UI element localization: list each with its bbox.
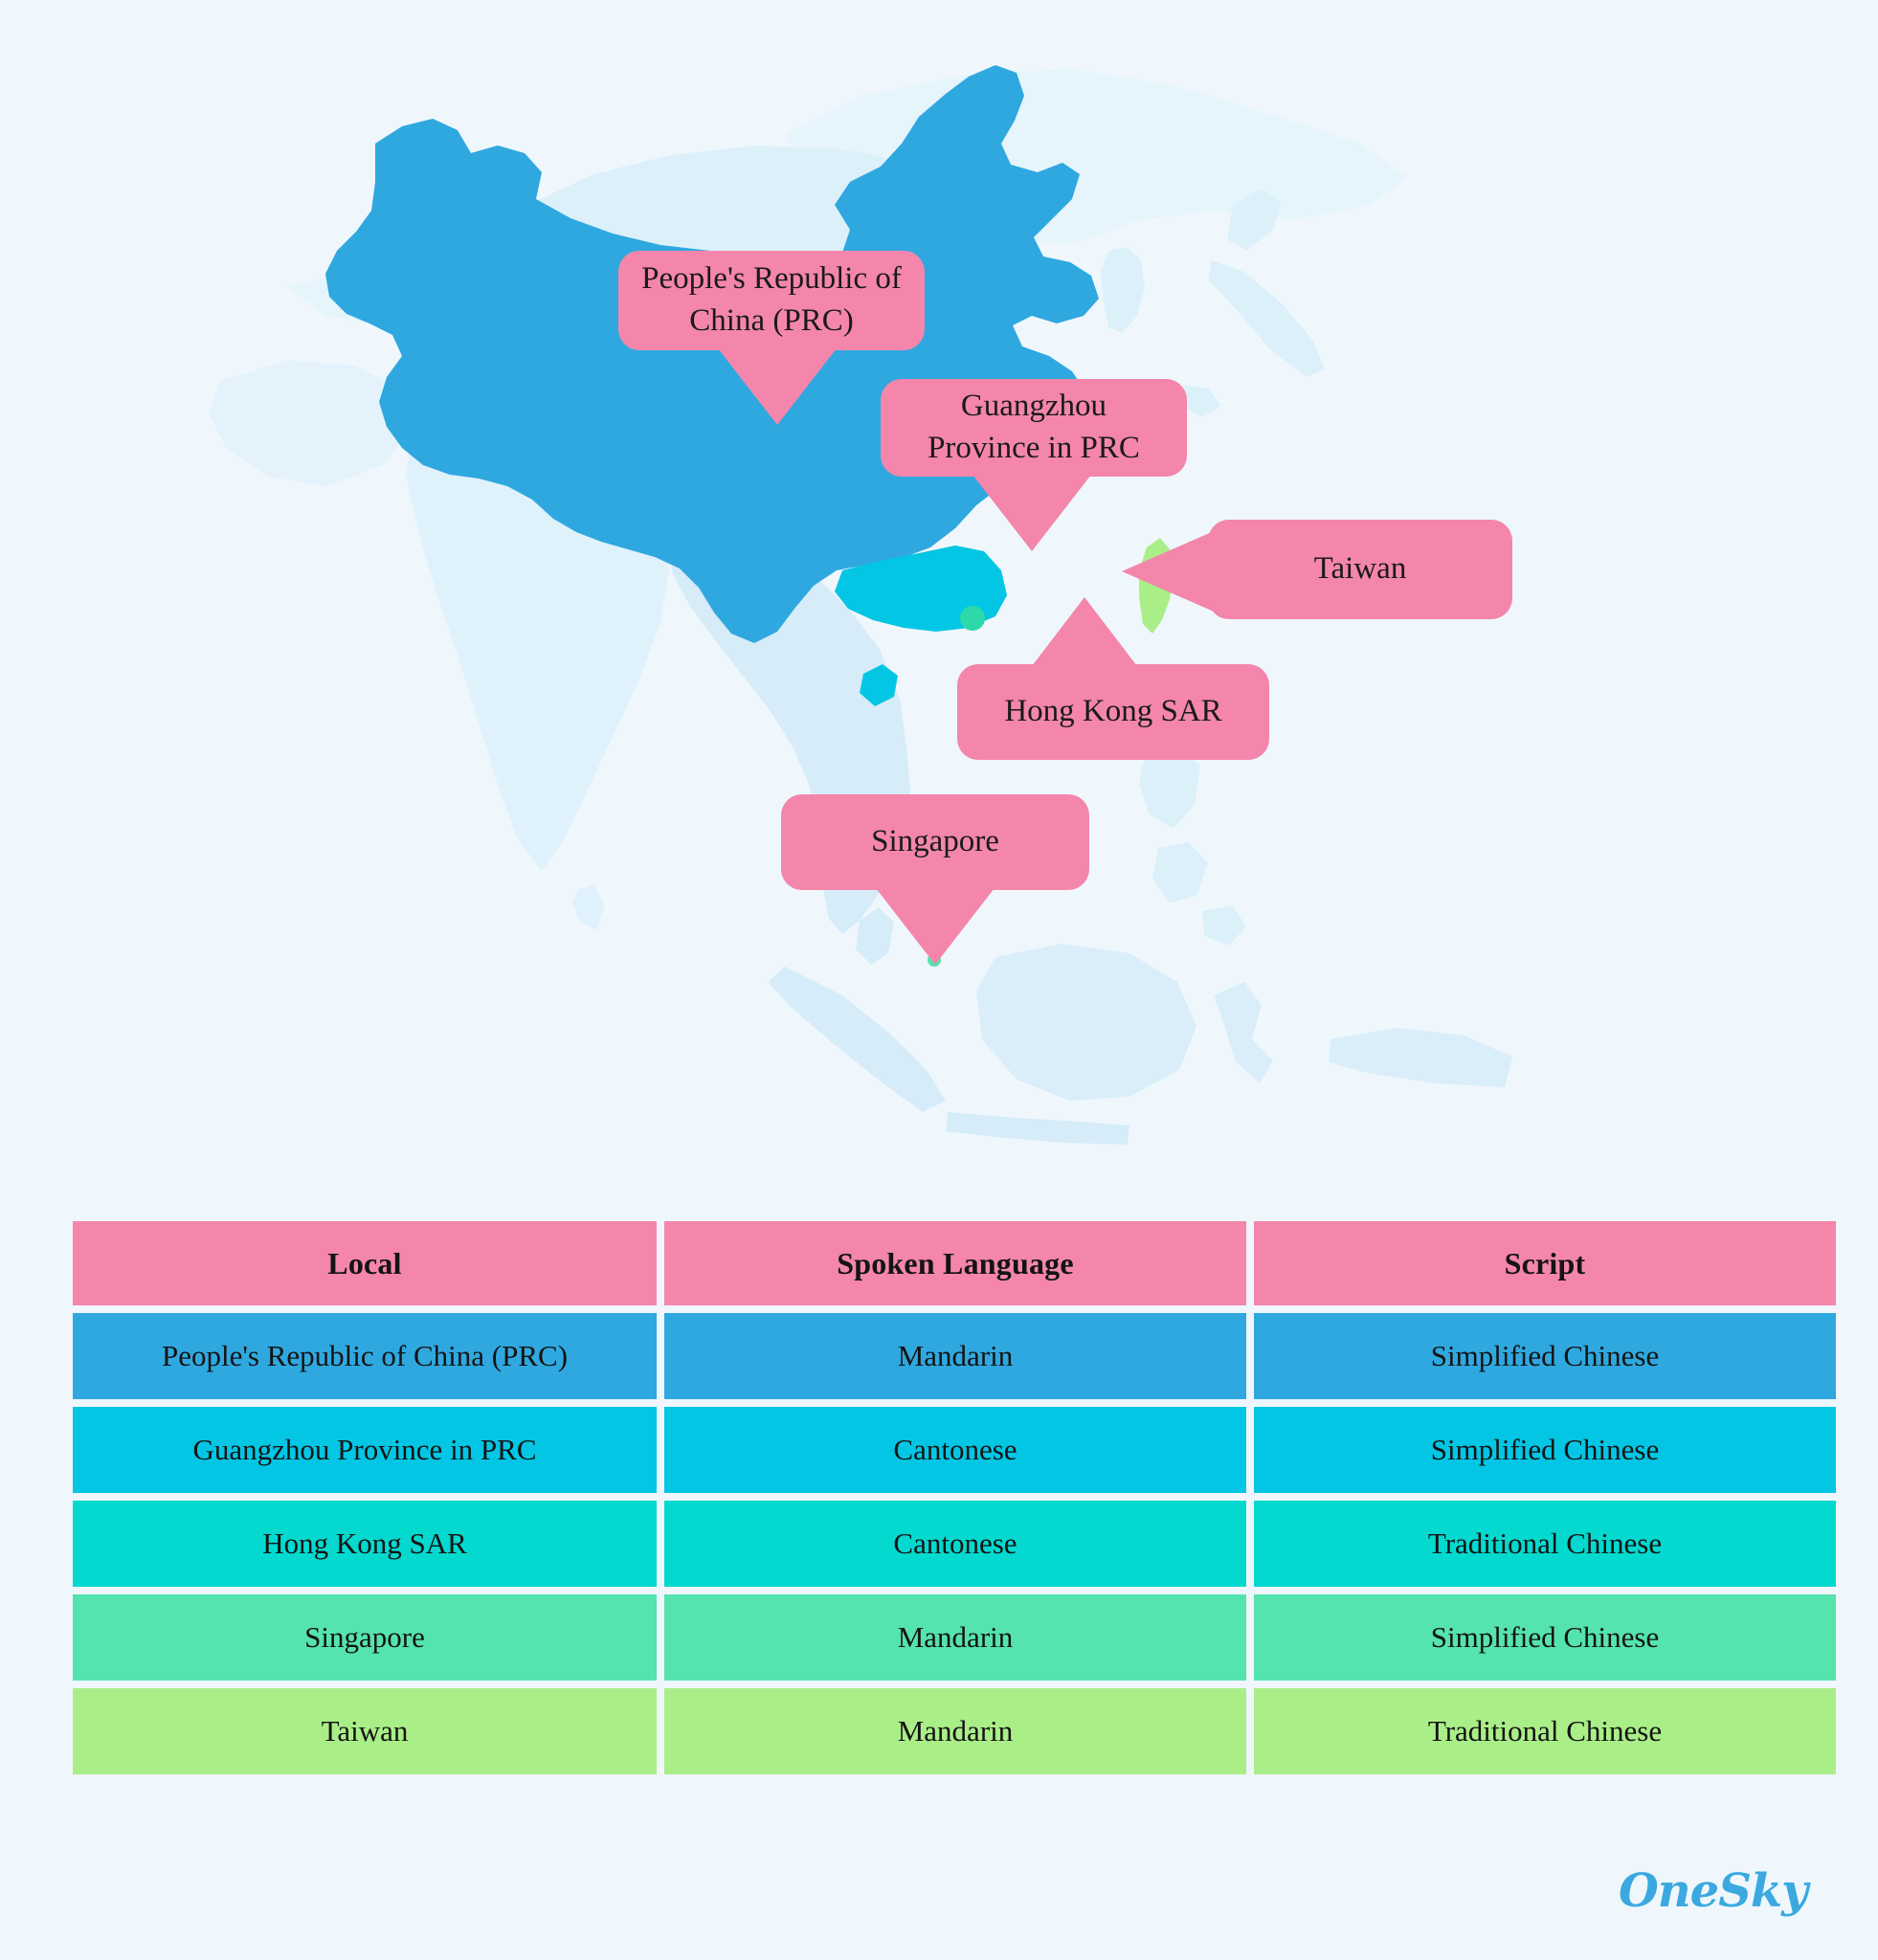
cell-spoken: Cantonese xyxy=(664,1407,1246,1493)
column-header-local: Local xyxy=(73,1221,657,1305)
cell-local: People's Republic of China (PRC) xyxy=(73,1313,657,1399)
cell-script: Traditional Chinese xyxy=(1254,1501,1836,1587)
cell-script: Simplified Chinese xyxy=(1254,1407,1836,1493)
callout-prc[interactable]: People's Republic of China (PRC) xyxy=(618,251,925,350)
callout-hongkong-label: Hong Kong SAR xyxy=(1004,694,1222,729)
map-container: People's Republic of China (PRC) Guangzh… xyxy=(0,0,1878,1187)
cell-local: Hong Kong SAR xyxy=(73,1501,657,1587)
callout-singapore[interactable]: Singapore xyxy=(781,794,1089,890)
table-row: Taiwan Mandarin Traditional Chinese xyxy=(73,1688,1836,1774)
language-script-table: Local Spoken Language Script People's Re… xyxy=(65,1214,1844,1782)
cell-spoken: Mandarin xyxy=(664,1688,1246,1774)
table-header-row: Local Spoken Language Script xyxy=(73,1221,1836,1305)
cell-spoken: Mandarin xyxy=(664,1594,1246,1681)
cell-script: Simplified Chinese xyxy=(1254,1594,1836,1681)
callout-guangzhou-label: Guangzhou Province in PRC xyxy=(928,389,1140,465)
callout-prc-label: People's Republic of China (PRC) xyxy=(641,261,902,338)
cell-local: Guangzhou Province in PRC xyxy=(73,1407,657,1493)
column-header-script: Script xyxy=(1254,1221,1836,1305)
onesky-logo[interactable]: OneSky xyxy=(1619,1864,1808,1918)
cell-local: Singapore xyxy=(73,1594,657,1681)
callout-taiwan[interactable]: Taiwan xyxy=(1208,520,1512,619)
cell-script: Traditional Chinese xyxy=(1254,1688,1836,1774)
table-row: Guangzhou Province in PRC Cantonese Simp… xyxy=(73,1407,1836,1493)
asia-map-svg xyxy=(0,0,1878,1187)
cell-spoken: Cantonese xyxy=(664,1501,1246,1587)
callout-hongkong[interactable]: Hong Kong SAR xyxy=(957,664,1269,760)
callout-tail-hongkong xyxy=(1032,597,1137,666)
table-row: People's Republic of China (PRC) Mandari… xyxy=(73,1313,1836,1399)
callout-guangzhou[interactable]: Guangzhou Province in PRC xyxy=(881,379,1187,477)
cell-script: Simplified Chinese xyxy=(1254,1313,1836,1399)
table-body: People's Republic of China (PRC) Mandari… xyxy=(73,1313,1836,1774)
region-hongkong xyxy=(960,606,985,631)
table-row: Singapore Mandarin Simplified Chinese xyxy=(73,1594,1836,1681)
callout-taiwan-label: Taiwan xyxy=(1313,551,1407,587)
cell-spoken: Mandarin xyxy=(664,1313,1246,1399)
callout-tail-singapore xyxy=(876,888,995,965)
callout-singapore-label: Singapore xyxy=(871,824,999,859)
callout-tail-guangzhou xyxy=(973,475,1091,551)
table-row: Hong Kong SAR Cantonese Traditional Chin… xyxy=(73,1501,1836,1587)
table-header: Local Spoken Language Script xyxy=(73,1221,1836,1305)
column-header-spoken: Spoken Language xyxy=(664,1221,1246,1305)
callout-tail-prc xyxy=(718,348,837,425)
cell-local: Taiwan xyxy=(73,1688,657,1774)
